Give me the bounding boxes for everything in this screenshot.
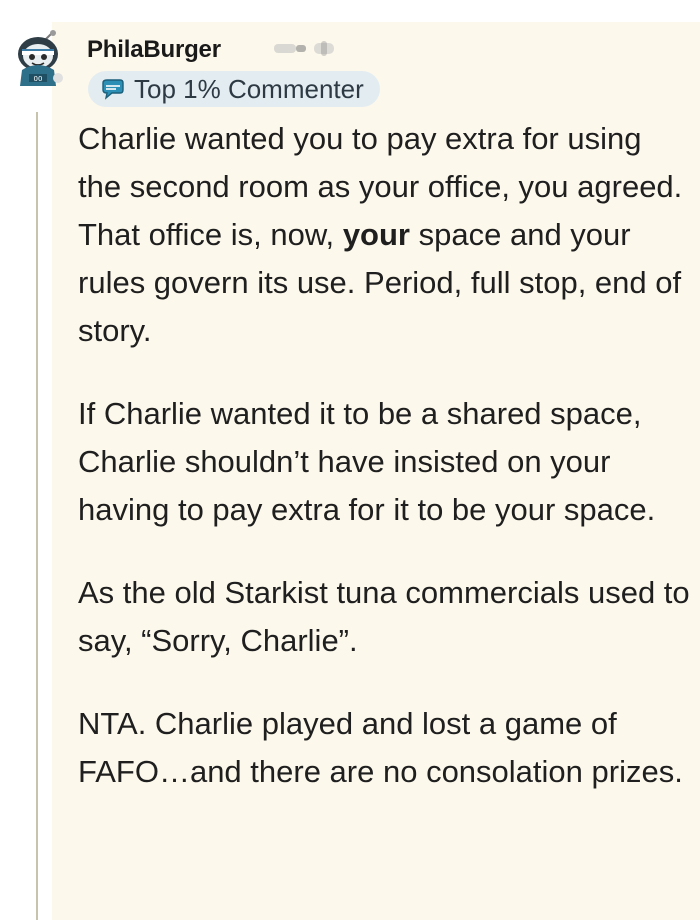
badge-label: Top 1% Commenter — [134, 74, 364, 104]
redacted-info-icon — [274, 41, 334, 56]
emphasized-text: your — [342, 217, 410, 252]
comment-paragraph: NTA. Charlie played and lost a game of F… — [78, 706, 683, 789]
thread-line[interactable] — [36, 112, 38, 920]
username[interactable]: PhilaBurger — [87, 36, 221, 64]
comment-body: Charlie wanted you to pay extra for usin… — [78, 115, 693, 831]
comment-paragraph: Charlie wanted you to pay extra for usin… — [78, 115, 693, 355]
comment-paragraph: As the old Starkist tuna commercials use… — [78, 575, 690, 658]
top-commenter-badge[interactable]: Top 1% Commenter — [88, 71, 380, 107]
svg-text:00: 00 — [34, 75, 43, 83]
snoo-avatar-icon[interactable]: 00 — [12, 30, 64, 88]
chat-bubble-icon — [102, 79, 124, 100]
comment-paragraph: If Charlie wanted it to be a shared spac… — [78, 396, 656, 527]
